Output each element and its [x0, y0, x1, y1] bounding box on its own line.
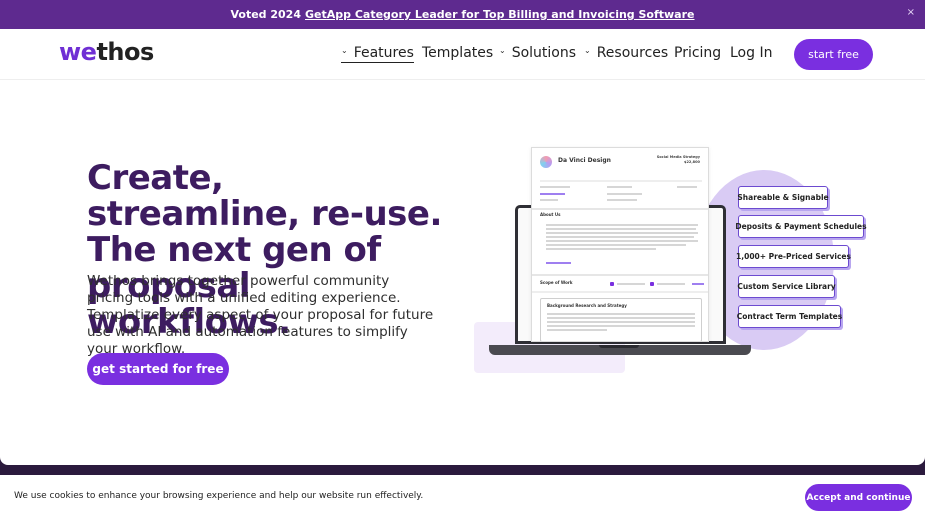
site-header: wethos ⌄ Features Templates ⌄ Solutions …	[0, 29, 925, 80]
get-started-button[interactable]: get started for free	[87, 353, 229, 385]
top-banner: Voted 2024 GetApp Category Leader for To…	[0, 0, 925, 29]
nav-item-templates[interactable]: Templates	[422, 45, 493, 61]
feature-tag-service-library: Custom Service Library	[737, 275, 836, 298]
accept-cookies-button[interactable]: Accept and continue	[805, 484, 912, 511]
nav-item-solutions[interactable]: ⌄ Solutions	[499, 45, 576, 61]
close-icon[interactable]: ×	[907, 7, 915, 18]
doc-title: Da Vinci Design	[558, 157, 611, 164]
doc-work-box: Background Research and Strategy	[540, 298, 702, 341]
proposal-document-illustration: Da Vinci Design Social Media Strategy $2…	[531, 147, 709, 342]
nav-item-features[interactable]: ⌄ Features	[341, 45, 414, 63]
nav-item-pricing[interactable]: Pricing	[674, 45, 721, 61]
da-vinci-logo-icon	[540, 156, 552, 168]
doc-section-about: About Us	[540, 212, 561, 217]
chevron-down-icon: ⌄	[341, 45, 348, 55]
banner-text: Voted 2024	[230, 8, 301, 21]
chevron-down-icon: ⌄	[584, 45, 591, 55]
hero-section: Create, streamline, re-use. The next gen…	[0, 80, 925, 465]
banner-link[interactable]: GetApp Category Leader for Top Billing a…	[305, 8, 695, 21]
cookie-text: We use cookies to enhance your browsing …	[14, 491, 424, 501]
doc-section-scope: Scope of Work	[540, 280, 573, 285]
main-menu: ⌄ Features Templates ⌄ Solutions ⌄ Resou…	[0, 29, 925, 80]
feature-tag-pre-priced: 1,000+ Pre-Priced Services	[736, 245, 851, 268]
nav-item-login[interactable]: Log In	[730, 45, 772, 61]
feature-tag-shareable: Shareable & Signable	[737, 186, 829, 209]
cookie-banner: We use cookies to enhance your browsing …	[0, 475, 925, 520]
start-free-button[interactable]: start free	[794, 39, 873, 70]
feature-tag-deposits: Deposits & Payment Schedules	[735, 215, 867, 238]
laptop-base	[489, 345, 751, 355]
feature-tag-contract-terms: Contract Term Templates	[737, 305, 842, 328]
nav-item-resources[interactable]: ⌄ Resources	[584, 45, 668, 61]
doc-subtitle: Social Media Strategy $22,800	[656, 155, 700, 164]
hero-description: Wethos brings together powerful communit…	[87, 273, 434, 357]
chevron-down-icon: ⌄	[499, 45, 506, 55]
